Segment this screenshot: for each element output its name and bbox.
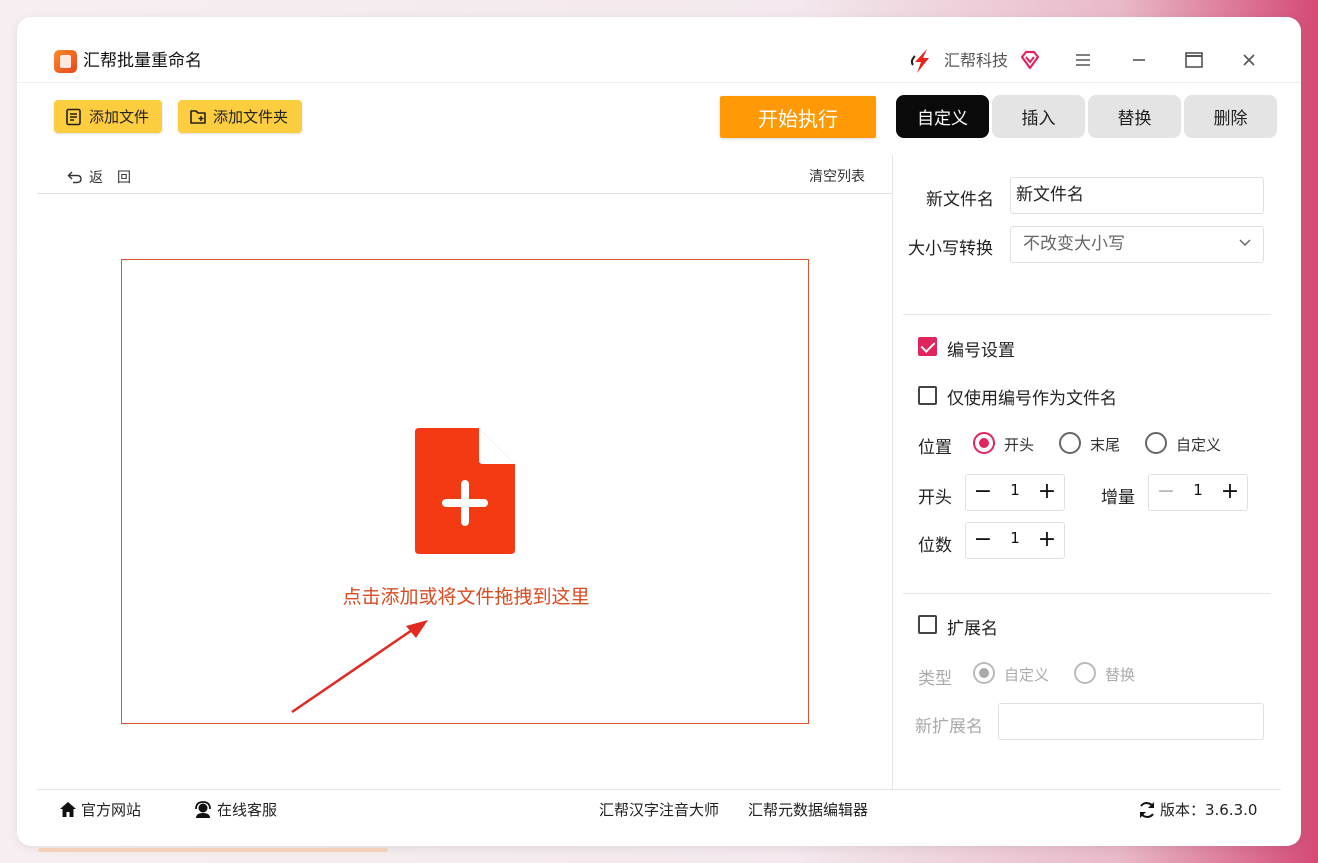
extension-checkbox[interactable] [918, 615, 937, 634]
file-drop-zone[interactable]: 点击添加或将文件拖拽到这里 [121, 259, 809, 724]
type-custom-label: 自定义 [1004, 666, 1050, 684]
type-replace-label: 替换 [1105, 666, 1136, 684]
position-radio-custom[interactable] [1145, 432, 1167, 454]
tab-custom[interactable]: 自定义 [896, 95, 989, 138]
case-select[interactable]: 不改变大小写 [1010, 226, 1264, 263]
divider [903, 593, 1271, 594]
add-document-icon[interactable] [415, 428, 517, 556]
increment-stepper[interactable]: − 1 + [1148, 474, 1248, 511]
new-extension-label: 新扩展名 [915, 717, 983, 737]
increment-label: 增量 [1101, 488, 1135, 508]
tab-replace[interactable]: 替换 [1088, 95, 1181, 138]
undo-icon [67, 171, 82, 184]
position-radio-start[interactable] [973, 432, 995, 454]
position-radio-end[interactable] [1059, 432, 1081, 454]
decorative-bar [38, 848, 388, 852]
case-select-value: 不改变大小写 [1023, 234, 1125, 254]
vip-diamond-icon[interactable] [1019, 49, 1041, 71]
title-bar: 汇帮批量重命名 汇帮科技 [17, 17, 1301, 83]
settings-panel: 新文件名 新文件名 大小写转换 不改变大小写 编号设置 仅使用编号作为文件名 位… [892, 155, 1279, 789]
home-icon [60, 802, 76, 817]
only-number-label: 仅使用编号作为文件名 [947, 389, 1117, 409]
brand-name: 汇帮科技 [944, 51, 1009, 70]
maximize-icon[interactable] [1181, 47, 1207, 73]
file-list-panel: 返回 清空列表 点击添加或将文件拖拽到这里 [37, 155, 892, 789]
app-window: 汇帮批量重命名 汇帮科技 添加文件 添加文件夹 开始执行 自定义 插入 替换 删… [17, 17, 1301, 846]
drop-hint-text: 点击添加或将文件拖拽到这里 [342, 586, 590, 608]
add-file-button[interactable]: 添加文件 [54, 100, 162, 133]
tab-delete[interactable]: 删除 [1184, 95, 1277, 138]
menu-icon[interactable] [1070, 47, 1096, 73]
numbering-label: 编号设置 [947, 341, 1015, 361]
start-value: 1 [1010, 481, 1020, 499]
new-name-label: 新文件名 [926, 190, 994, 210]
official-website-label: 官方网站 [81, 801, 142, 819]
numbering-checkbox[interactable] [918, 337, 937, 356]
digits-value: 1 [1010, 529, 1020, 547]
refresh-icon [1140, 801, 1154, 818]
position-custom-label: 自定义 [1176, 436, 1222, 454]
minimize-icon[interactable] [1126, 47, 1152, 73]
version-info[interactable]: 版本：3.6.3.0 [1138, 799, 1257, 820]
app-logo-icon [54, 50, 77, 73]
footer: 官方网站 在线客服 汇帮汉字注音大师 汇帮元数据编辑器 版本：3.6.3.0 [37, 789, 1281, 829]
close-icon[interactable] [1236, 47, 1262, 73]
extension-label: 扩展名 [947, 619, 998, 639]
arrow-pointer-icon [291, 620, 428, 714]
add-folder-button[interactable]: 添加文件夹 [178, 100, 302, 133]
add-folder-icon [190, 109, 206, 124]
official-website-link[interactable]: 官方网站 [59, 799, 141, 820]
back-label: 返回 [89, 170, 145, 186]
product-link-metadata[interactable]: 汇帮元数据编辑器 [748, 799, 868, 820]
new-name-input[interactable]: 新文件名 [1010, 177, 1264, 214]
type-radio-replace[interactable] [1074, 662, 1096, 684]
only-number-checkbox[interactable] [918, 386, 937, 405]
decrement-button[interactable]: − [972, 528, 994, 552]
add-file-label: 添加文件 [89, 108, 150, 126]
digits-label: 位数 [918, 536, 952, 556]
online-support-label: 在线客服 [217, 801, 278, 819]
divider [903, 314, 1271, 315]
increment-button[interactable]: + [1219, 480, 1241, 504]
product-link-pinyin[interactable]: 汇帮汉字注音大师 [599, 799, 719, 820]
clear-list-button[interactable]: 清空列表 [809, 166, 865, 186]
position-start-label: 开头 [1004, 436, 1035, 454]
customer-service-icon [195, 800, 211, 818]
position-label: 位置 [918, 438, 952, 458]
type-radio-custom[interactable] [973, 662, 995, 684]
add-folder-label: 添加文件夹 [213, 108, 289, 126]
back-button[interactable]: 返回 [67, 167, 145, 187]
type-label: 类型 [918, 669, 952, 689]
increment-button[interactable]: + [1036, 480, 1058, 504]
new-extension-input[interactable] [998, 703, 1264, 740]
digits-stepper[interactable]: − 1 + [965, 522, 1065, 559]
start-stepper[interactable]: − 1 + [965, 474, 1065, 511]
add-file-icon [66, 108, 81, 125]
divider [37, 193, 892, 194]
decrement-button[interactable]: − [1155, 480, 1177, 504]
chevron-down-icon [1239, 239, 1251, 247]
case-label: 大小写转换 [908, 239, 993, 259]
increment-value: 1 [1193, 481, 1203, 499]
start-execute-button[interactable]: 开始执行 [720, 96, 876, 138]
tab-insert[interactable]: 插入 [992, 95, 1085, 138]
start-label: 开头 [918, 488, 952, 508]
increment-button[interactable]: + [1036, 528, 1058, 552]
online-support-link[interactable]: 在线客服 [193, 799, 277, 820]
brand-logo-icon [910, 49, 929, 73]
position-end-label: 末尾 [1090, 436, 1121, 454]
decrement-button[interactable]: − [972, 480, 994, 504]
version-label: 版本：3.6.3.0 [1160, 801, 1258, 819]
app-title: 汇帮批量重命名 [83, 51, 202, 71]
